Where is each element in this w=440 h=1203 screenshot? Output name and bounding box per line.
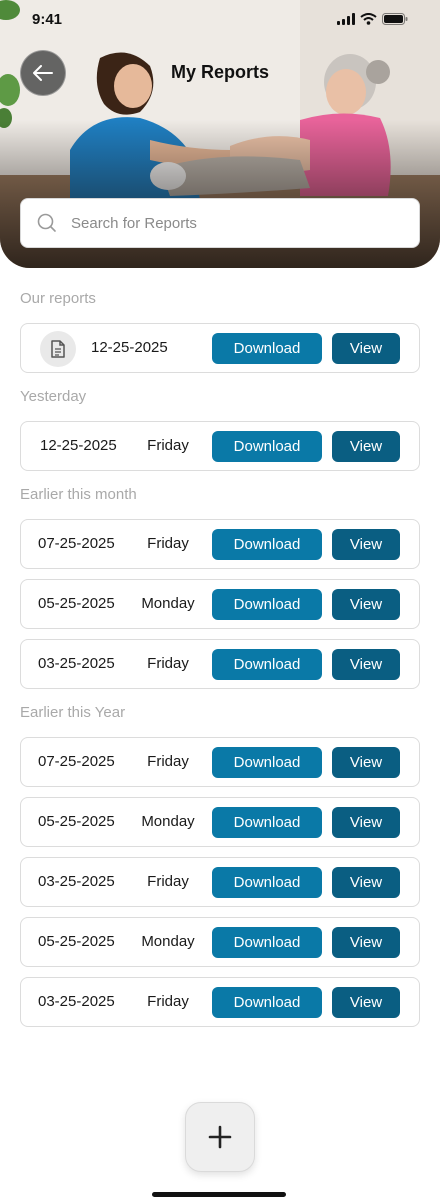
download-button[interactable]: Download	[212, 649, 322, 680]
view-button[interactable]: View	[332, 589, 400, 620]
report-date: 05-25-2025	[38, 813, 115, 830]
download-button[interactable]: Download	[212, 867, 322, 898]
search-input[interactable]	[71, 214, 391, 232]
report-row: 07-25-2025 Friday Download View	[20, 519, 420, 569]
page-title: My Reports	[170, 62, 269, 82]
report-date: 07-25-2025	[38, 535, 115, 552]
report-row: 03-25-2025 Friday Download View	[20, 857, 420, 907]
report-date: 03-25-2025	[38, 993, 115, 1010]
report-row: 12-25-2025 Download View	[20, 323, 420, 373]
download-button[interactable]: Download	[212, 927, 322, 958]
report-date: 12-25-2025	[91, 339, 168, 356]
download-button[interactable]: Download	[212, 987, 322, 1018]
report-row: 12-25-2025 Friday Download View	[20, 421, 420, 471]
download-button[interactable]: Download	[212, 747, 322, 778]
view-button[interactable]: View	[332, 867, 400, 898]
section-title-earlier-this-year: Earlier this Year	[20, 704, 126, 721]
report-date: 05-25-2025	[38, 933, 115, 950]
section-title-our-reports: Our reports	[20, 290, 96, 307]
report-row: 03-25-2025 Friday Download View	[20, 977, 420, 1027]
home-indicator	[152, 1192, 286, 1197]
report-row: 05-25-2025 Monday Download View	[20, 917, 420, 967]
view-button[interactable]: View	[332, 333, 400, 364]
report-day: Friday	[147, 753, 189, 770]
download-button[interactable]: Download	[212, 333, 322, 364]
view-button[interactable]: View	[332, 431, 400, 462]
report-day: Friday	[147, 535, 189, 552]
download-button[interactable]: Download	[212, 589, 322, 620]
report-date: 05-25-2025	[38, 595, 115, 612]
header-hero: 9:41 My Reports	[0, 0, 440, 268]
report-row: 03-25-2025 Friday Download View	[20, 639, 420, 689]
report-day: Friday	[147, 437, 189, 454]
plus-icon	[208, 1125, 232, 1149]
document-icon	[40, 331, 76, 367]
report-row: 05-25-2025 Monday Download View	[20, 797, 420, 847]
view-button[interactable]: View	[332, 927, 400, 958]
report-day: Friday	[147, 655, 189, 672]
report-day: Monday	[141, 933, 195, 950]
search-bar[interactable]	[20, 198, 420, 248]
report-date: 07-25-2025	[38, 753, 115, 770]
download-button[interactable]: Download	[212, 807, 322, 838]
view-button[interactable]: View	[332, 649, 400, 680]
wifi-icon	[360, 13, 377, 25]
status-icons	[337, 13, 408, 25]
view-button[interactable]: View	[332, 987, 400, 1018]
download-button[interactable]: Download	[212, 529, 322, 560]
signal-icon	[337, 13, 355, 25]
report-day: Friday	[147, 993, 189, 1010]
report-date: 03-25-2025	[38, 873, 115, 890]
section-title-earlier-this-month: Earlier this month	[20, 486, 137, 503]
battery-icon	[382, 13, 408, 25]
status-bar: 9:41	[0, 0, 440, 40]
report-day: Monday	[141, 813, 195, 830]
report-day: Friday	[147, 873, 189, 890]
section-title-yesterday: Yesterday	[20, 388, 87, 405]
report-row: 07-25-2025 Friday Download View	[20, 737, 420, 787]
report-date: 03-25-2025	[38, 655, 115, 672]
search-icon	[37, 213, 56, 232]
report-day: Monday	[141, 595, 195, 612]
status-time: 9:41	[32, 11, 63, 28]
view-button[interactable]: View	[332, 747, 400, 778]
download-button[interactable]: Download	[212, 431, 322, 462]
add-report-button[interactable]	[185, 1102, 255, 1172]
view-button[interactable]: View	[332, 807, 400, 838]
report-row: 05-25-2025 Monday Download View	[20, 579, 420, 629]
view-button[interactable]: View	[332, 529, 400, 560]
report-date: 12-25-2025	[40, 437, 117, 454]
